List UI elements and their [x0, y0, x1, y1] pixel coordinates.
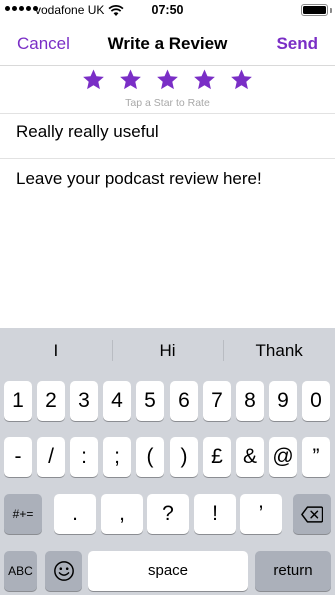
abc-key[interactable]: ABC — [4, 551, 37, 591]
key-1[interactable]: 1 — [4, 381, 32, 421]
send-button[interactable]: Send — [276, 34, 318, 54]
key-label: ’ — [258, 502, 264, 525]
star-2-icon[interactable] — [119, 68, 142, 91]
star-1-icon[interactable] — [82, 68, 105, 91]
key-9[interactable]: 9 — [269, 381, 297, 421]
key-label: 4 — [111, 389, 123, 412]
key-label: 3 — [78, 389, 90, 412]
key-label: ) — [180, 445, 188, 468]
key-label: . — [72, 502, 78, 525]
battery-nub — [330, 8, 332, 13]
key-semicolon[interactable]: ; — [103, 437, 131, 477]
star-5-icon[interactable] — [230, 68, 253, 91]
key-label: - — [14, 445, 22, 468]
key-label: #+= — [12, 507, 34, 521]
review-title-input[interactable] — [16, 122, 316, 142]
key-ampersand[interactable]: & — [236, 437, 264, 477]
backspace-key[interactable] — [293, 494, 331, 534]
key-0[interactable]: 0 — [302, 381, 330, 421]
key-label: 0 — [310, 389, 322, 412]
divider — [0, 113, 335, 114]
key-label: ! — [212, 502, 218, 525]
key-7[interactable]: 7 — [203, 381, 231, 421]
key-label: ? — [162, 502, 174, 525]
key-quote[interactable]: ” — [302, 437, 330, 477]
review-body-textarea[interactable] — [16, 168, 319, 318]
key-label: 6 — [178, 389, 190, 412]
backspace-icon — [301, 506, 324, 523]
cancel-button[interactable]: Cancel — [17, 34, 70, 54]
space-key[interactable]: space — [88, 551, 248, 591]
star-4-icon[interactable] — [193, 68, 216, 91]
key-label: @ — [272, 445, 294, 468]
key-label: ABC — [8, 564, 33, 578]
star-rating — [0, 68, 335, 91]
key-label: / — [48, 445, 54, 468]
clock: 07:50 — [151, 3, 184, 17]
key-apostrophe[interactable]: ’ — [240, 494, 282, 534]
key-open-paren[interactable]: ( — [136, 437, 164, 477]
key-exclamation[interactable]: ! — [194, 494, 236, 534]
star-3-icon[interactable] — [156, 68, 179, 91]
key-label: space — [147, 562, 189, 579]
predictive-bar: I Hi Thank — [0, 328, 335, 373]
divider — [0, 158, 335, 159]
navigation-bar: Cancel Write a Review Send — [0, 22, 335, 66]
key-label: 7 — [211, 389, 223, 412]
key-label: ( — [146, 445, 154, 468]
status-bar: vodafone UK 07:50 — [0, 0, 335, 22]
key-label: ” — [312, 445, 320, 468]
prediction-2[interactable]: Hi — [111, 328, 224, 373]
key-label: 8 — [244, 389, 256, 412]
key-2[interactable]: 2 — [37, 381, 65, 421]
symbols-toggle-key[interactable]: #+= — [4, 494, 42, 534]
key-question[interactable]: ? — [147, 494, 189, 534]
key-label: £ — [211, 445, 223, 468]
key-pound[interactable]: £ — [203, 437, 231, 477]
prediction-1[interactable]: I — [0, 328, 112, 373]
battery-icon — [301, 4, 328, 16]
key-label: 5 — [144, 389, 156, 412]
emoji-icon — [53, 561, 74, 581]
key-4[interactable]: 4 — [103, 381, 131, 421]
key-label: , — [119, 502, 125, 525]
key-close-paren[interactable]: ) — [170, 437, 198, 477]
prediction-3[interactable]: Thank — [223, 328, 335, 373]
key-6[interactable]: 6 — [170, 381, 198, 421]
keyboard: I Hi Thank 1 2 3 4 5 6 7 8 9 0 - / : ; (… — [0, 328, 335, 595]
key-label: : — [81, 445, 87, 468]
key-comma[interactable]: , — [101, 494, 143, 534]
key-slash[interactable]: / — [37, 437, 65, 477]
rating-hint: Tap a Star to Rate — [125, 97, 210, 109]
key-5[interactable]: 5 — [136, 381, 164, 421]
key-hyphen[interactable]: - — [4, 437, 32, 477]
key-at[interactable]: @ — [269, 437, 297, 477]
key-label: 1 — [12, 389, 24, 412]
emoji-key[interactable] — [45, 551, 82, 591]
key-label: 9 — [277, 389, 289, 412]
key-label: return — [273, 562, 313, 579]
key-colon[interactable]: : — [70, 437, 98, 477]
return-key[interactable]: return — [255, 551, 331, 591]
key-3[interactable]: 3 — [70, 381, 98, 421]
key-label: & — [242, 445, 257, 468]
key-8[interactable]: 8 — [236, 381, 264, 421]
key-label: ; — [114, 445, 120, 468]
key-label: 2 — [45, 389, 57, 412]
key-period[interactable]: . — [54, 494, 96, 534]
